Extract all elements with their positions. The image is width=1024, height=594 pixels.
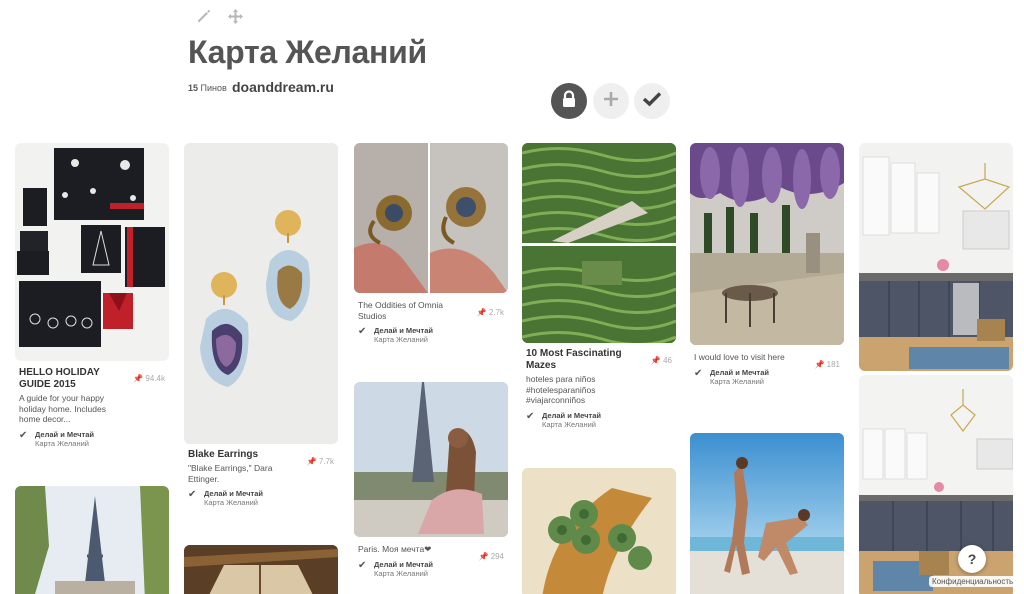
repin-count: 📌 94.4k	[133, 374, 165, 383]
credit-user: Делай и Мечтай	[204, 489, 263, 498]
follow-board-button[interactable]	[634, 83, 670, 119]
credit-user: Делай и Мечтай	[710, 367, 769, 377]
pin-card[interactable]: 📌 46 10 Most Fascinating Mazes hoteles p…	[522, 143, 676, 429]
credit-board: Карта Желаний	[374, 335, 428, 344]
board-website-link[interactable]: doanddream.ru	[232, 79, 334, 95]
pin-meta: 📌 46 10 Most Fascinating Mazes hoteles p…	[522, 348, 676, 429]
pin-image[interactable]	[522, 143, 676, 343]
repin-count: 📌 7.7k	[306, 457, 334, 466]
plus-icon	[602, 90, 620, 113]
check-icon: ✔	[188, 489, 197, 500]
pin-card[interactable]	[690, 433, 844, 594]
pin-image[interactable]	[15, 486, 169, 594]
pin-count-number: 15	[188, 83, 199, 93]
privacy-link[interactable]: Конфиденциальность	[929, 576, 1017, 587]
add-pin-button[interactable]	[593, 83, 629, 119]
pin-image[interactable]	[184, 545, 338, 594]
credit-user: Делай и Мечтай	[374, 559, 433, 569]
pin-credit[interactable]: ✔ Делай и Мечтай Карта Желаний	[184, 489, 338, 507]
pin-description: Paris. Моя мечта❤	[358, 544, 432, 554]
pin-description: I would love to visit here	[694, 352, 785, 362]
pin-credit[interactable]: ✔ Делай и Мечтай Карта Желаний	[690, 368, 844, 386]
pin-description: hoteles para niños #hotelesparaniños #vi…	[526, 374, 596, 405]
pin-image[interactable]	[522, 468, 676, 594]
pin-card[interactable]: 📌 94.4k HELLO HOLIDAY GUIDE 2015 A guide…	[15, 143, 169, 448]
help-button[interactable]: ?	[958, 545, 986, 573]
pin-title[interactable]: 10 Most Fascinating Mazes	[522, 348, 637, 372]
credit-board: Карта Желаний	[710, 376, 764, 386]
pin-image[interactable]	[184, 143, 338, 444]
repin-count: 📌 2.7k	[476, 308, 504, 317]
pin-description: A guide for your happy holiday home. Inc…	[19, 393, 106, 424]
board-title: Карта Желаний	[188, 34, 427, 70]
board-page: Карта Желаний 15 Пинов doanddream.ru 📌 9…	[0, 0, 1024, 594]
pin-meta: 📌 94.4k HELLO HOLIDAY GUIDE 2015 A guide…	[15, 366, 169, 448]
credit-board: Карта Желаний	[35, 438, 89, 448]
secret-board-button[interactable]	[551, 83, 587, 119]
pin-image[interactable]	[354, 143, 508, 293]
repin-count: 📌 46	[650, 356, 672, 365]
pin-title[interactable]: HELLO HOLIDAY GUIDE 2015	[15, 366, 130, 391]
pin-image[interactable]	[354, 382, 508, 537]
credit-board: Карта Желаний	[542, 419, 596, 429]
pin-card[interactable]	[522, 468, 676, 594]
pin-image[interactable]	[690, 433, 844, 594]
credit-user: Делай и Мечтай	[374, 326, 433, 335]
pin-credit[interactable]: ✔ Делай и Мечтай Карта Желаний	[354, 560, 508, 578]
pin-meta: 📌 2.7k The Oddities of Omnia Studios ✔ Д…	[354, 300, 508, 344]
pencil-icon[interactable]	[195, 8, 213, 26]
pin-title[interactable]: Blake Earrings	[184, 449, 299, 461]
pin-card[interactable]	[859, 375, 1013, 594]
pin-credit[interactable]: ✔ Делай и Мечтай Карта Желаний	[354, 326, 508, 344]
check-icon: ✔	[19, 429, 28, 441]
check-icon: ✔	[694, 367, 703, 379]
pin-count-word: Пинов	[200, 83, 227, 93]
credit-user: Делай и Мечтай	[542, 410, 601, 420]
pin-card[interactable]: 📌 181 I would love to visit here ✔ Делай…	[690, 143, 844, 386]
pin-meta: 📌 7.7k Blake Earrings "Blake Earrings," …	[184, 449, 338, 507]
pin-card[interactable]: 📌 294 Paris. Моя мечта❤ ✔ Делай и Мечтай…	[354, 382, 508, 578]
credit-board: Карта Желаний	[374, 568, 428, 578]
pin-card[interactable]: 📌 2.7k The Oddities of Omnia Studios ✔ Д…	[354, 143, 508, 344]
pin-card[interactable]: 📌 7.7k Blake Earrings "Blake Earrings," …	[184, 143, 338, 507]
pin-image[interactable]	[690, 143, 844, 345]
pin-meta: 📌 294 Paris. Моя мечта❤ ✔ Делай и Мечтай…	[354, 544, 508, 578]
move-icon[interactable]	[226, 8, 244, 26]
lock-icon	[561, 89, 577, 113]
repin-count: 📌 294	[478, 552, 504, 561]
pin-card[interactable]	[15, 486, 169, 594]
pin-image[interactable]	[859, 143, 1013, 371]
credit-board: Карта Желаний	[204, 498, 258, 507]
pin-card[interactable]	[184, 545, 338, 594]
pin-credit[interactable]: ✔ Делай и Мечтай Карта Желаний	[522, 411, 676, 429]
pin-count: 15 Пинов	[188, 83, 227, 93]
pin-description: The Oddities of Omnia Studios	[358, 300, 444, 321]
check-icon	[642, 91, 662, 112]
pin-image[interactable]	[15, 143, 169, 361]
repin-count: 📌 181	[814, 360, 840, 369]
check-icon: ✔	[526, 410, 535, 422]
pin-image[interactable]	[859, 375, 1013, 594]
pin-card[interactable]	[859, 143, 1013, 371]
check-icon: ✔	[358, 326, 367, 337]
pin-description: "Blake Earrings," Dara Ettinger.	[188, 463, 273, 484]
credit-user: Делай и Мечтай	[35, 429, 94, 439]
pin-credit[interactable]: ✔ Делай и Мечтай Карта Желаний	[15, 430, 169, 448]
pin-meta: 📌 181 I would love to visit here ✔ Делай…	[690, 352, 844, 386]
check-icon: ✔	[358, 559, 367, 571]
